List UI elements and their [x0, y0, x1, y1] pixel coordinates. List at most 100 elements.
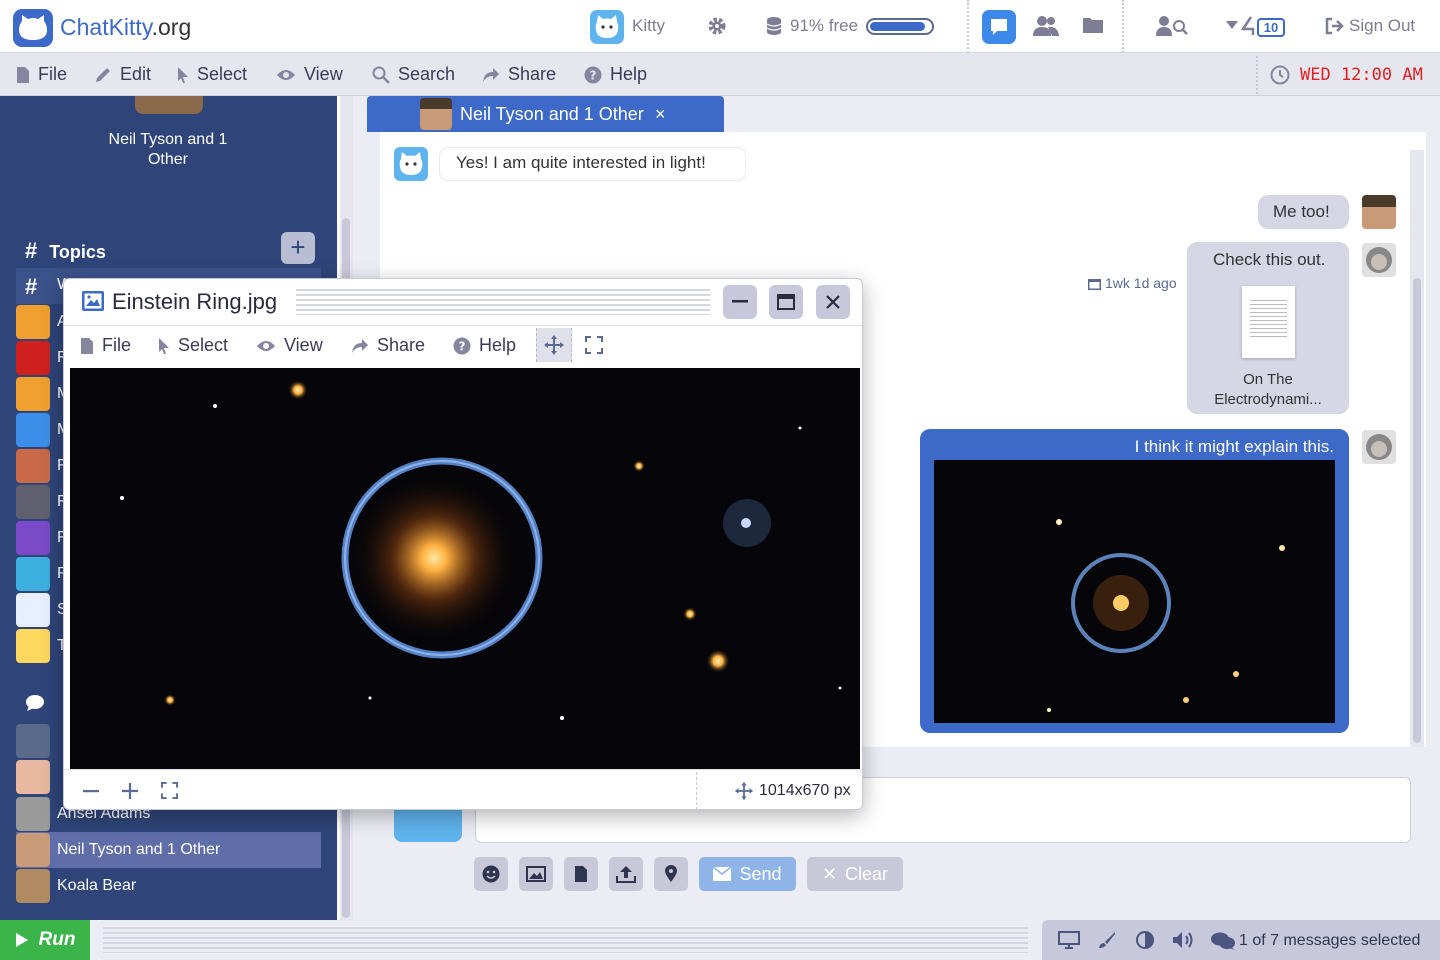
message-text: Check this out. — [1213, 250, 1326, 269]
current-user-name[interactable]: Kitty — [632, 16, 665, 36]
emoji-button[interactable] — [474, 857, 508, 891]
person-avatar[interactable] — [16, 760, 50, 794]
message-bubble[interactable]: Check this out. On The Electrodynami... — [1187, 242, 1349, 414]
viewer-menu-select[interactable]: Select — [158, 335, 228, 356]
menu-file[interactable]: File — [16, 64, 67, 85]
message-bubble[interactable]: Me too! — [1258, 195, 1349, 229]
topic-icon[interactable] — [16, 413, 50, 447]
close-icon[interactable]: × — [655, 104, 666, 125]
user-avatar — [1362, 195, 1396, 229]
topic-icon[interactable] — [16, 557, 50, 591]
topic-icon[interactable] — [16, 485, 50, 519]
topic-icon[interactable] — [16, 377, 50, 411]
person-name[interactable]: Neil Tyson and 1 Other — [57, 841, 220, 859]
viewer-menu-file[interactable]: File — [80, 335, 131, 356]
chevron-down-icon[interactable] — [1226, 20, 1238, 30]
chat-scrollbar[interactable] — [1410, 150, 1424, 747]
run-button[interactable]: Run — [0, 920, 90, 960]
topic-icon[interactable] — [16, 305, 50, 339]
clock-display: WED 12:00 AM — [1300, 65, 1423, 85]
viewer-menu-view[interactable]: View — [256, 335, 323, 356]
chatkitty-logo-icon[interactable] — [13, 9, 53, 47]
person-avatar[interactable] — [16, 724, 50, 758]
contrast-icon[interactable] — [1136, 931, 1154, 949]
search-icon — [372, 66, 390, 84]
clear-label: Clear — [845, 863, 889, 884]
brand-name-main: ChatKitty — [60, 14, 152, 40]
menu-view-label: View — [304, 64, 343, 84]
brush-icon[interactable] — [1098, 931, 1116, 949]
topic-icon[interactable] — [16, 449, 50, 483]
monitor-icon[interactable] — [1058, 931, 1080, 949]
fit-to-window-icon[interactable] — [161, 782, 178, 799]
menu-edit[interactable]: Edit — [94, 64, 151, 85]
contacts-icon[interactable] — [1033, 15, 1059, 37]
smiley-icon — [482, 865, 500, 883]
message-bubble[interactable]: Yes! I am quite interested in light! — [440, 148, 745, 180]
location-button[interactable] — [654, 857, 688, 891]
svg-text:?: ? — [459, 339, 466, 353]
file-icon — [17, 66, 29, 83]
tab-conversation[interactable]: Neil Tyson and 1 Other × — [367, 96, 724, 132]
image-icon — [526, 866, 546, 882]
menu-help[interactable]: ? Help — [584, 64, 647, 85]
eye-icon — [277, 69, 295, 80]
clock-icon — [1270, 65, 1290, 85]
topic-icon[interactable] — [16, 341, 50, 375]
scrollbar-thumb[interactable] — [1413, 278, 1421, 743]
minimize-icon — [732, 300, 748, 303]
clear-button[interactable]: ✕ Clear — [807, 857, 903, 891]
einstein-avatar — [1362, 430, 1396, 464]
viewer-menu-help[interactable]: ? Help — [453, 335, 516, 356]
zoom-in-icon[interactable] — [122, 783, 138, 799]
topic-icon[interactable] — [16, 629, 50, 663]
window-drag-area[interactable] — [296, 289, 710, 315]
maximize-button[interactable] — [769, 285, 803, 319]
folder-icon[interactable] — [1082, 16, 1104, 34]
person-avatar[interactable] — [16, 869, 50, 903]
volume-icon[interactable] — [1172, 931, 1196, 949]
zoom-out-icon[interactable] — [83, 790, 99, 793]
viewer-menu-share[interactable]: Share — [351, 335, 425, 356]
menu-search[interactable]: Search — [372, 64, 455, 85]
topic-icon[interactable] — [16, 593, 50, 627]
chat-view-button[interactable] — [982, 10, 1016, 44]
chat-bubble-icon — [991, 19, 1007, 35]
gear-icon[interactable] — [707, 16, 727, 36]
send-button[interactable]: Send — [699, 857, 796, 891]
user-search-icon[interactable] — [1156, 15, 1188, 37]
menu-share[interactable]: Share — [482, 64, 556, 85]
notification-badge[interactable]: 10 — [1257, 18, 1285, 37]
brand-name[interactable]: ChatKitty.org — [60, 14, 191, 41]
sign-out-link[interactable]: Sign Out — [1349, 16, 1415, 36]
fullscreen-icon[interactable] — [585, 336, 603, 354]
topic-icon[interactable] — [16, 521, 50, 555]
close-icon: ✕ — [821, 863, 838, 884]
person-name[interactable]: Koala Bear — [57, 877, 136, 895]
move-icon — [734, 781, 754, 801]
image-attachment[interactable] — [934, 460, 1335, 723]
menu-select[interactable]: Select — [177, 64, 247, 85]
image-viewer-window[interactable]: Einstein Ring.jpg File Select View Share… — [63, 278, 863, 810]
person-avatar[interactable] — [16, 797, 50, 831]
upload-icon — [616, 866, 636, 883]
upload-button[interactable] — [609, 857, 643, 891]
menu-view[interactable]: View — [276, 64, 343, 85]
add-topic-button[interactable]: + — [281, 232, 315, 264]
sign-out-icon[interactable] — [1325, 17, 1345, 35]
menu-search-label: Search — [398, 64, 456, 84]
minimize-button[interactable] — [723, 285, 757, 319]
kitty-avatar[interactable] — [590, 10, 624, 44]
person-avatar[interactable] — [16, 833, 50, 867]
close-button[interactable] — [816, 285, 850, 319]
attachment-filename[interactable]: On The Electrodynami... — [1187, 370, 1349, 410]
maximize-icon — [777, 294, 795, 310]
document-thumbnail[interactable] — [1242, 286, 1295, 358]
storage-meter — [866, 18, 934, 35]
image-button[interactable] — [519, 857, 553, 891]
comments-icon — [1211, 932, 1235, 950]
einstein-ring-image[interactable] — [70, 368, 860, 769]
file-button[interactable] — [564, 857, 598, 891]
message-bubble-selected[interactable]: I think it might explain this. — [920, 429, 1349, 733]
pan-tool-button[interactable] — [536, 328, 572, 362]
